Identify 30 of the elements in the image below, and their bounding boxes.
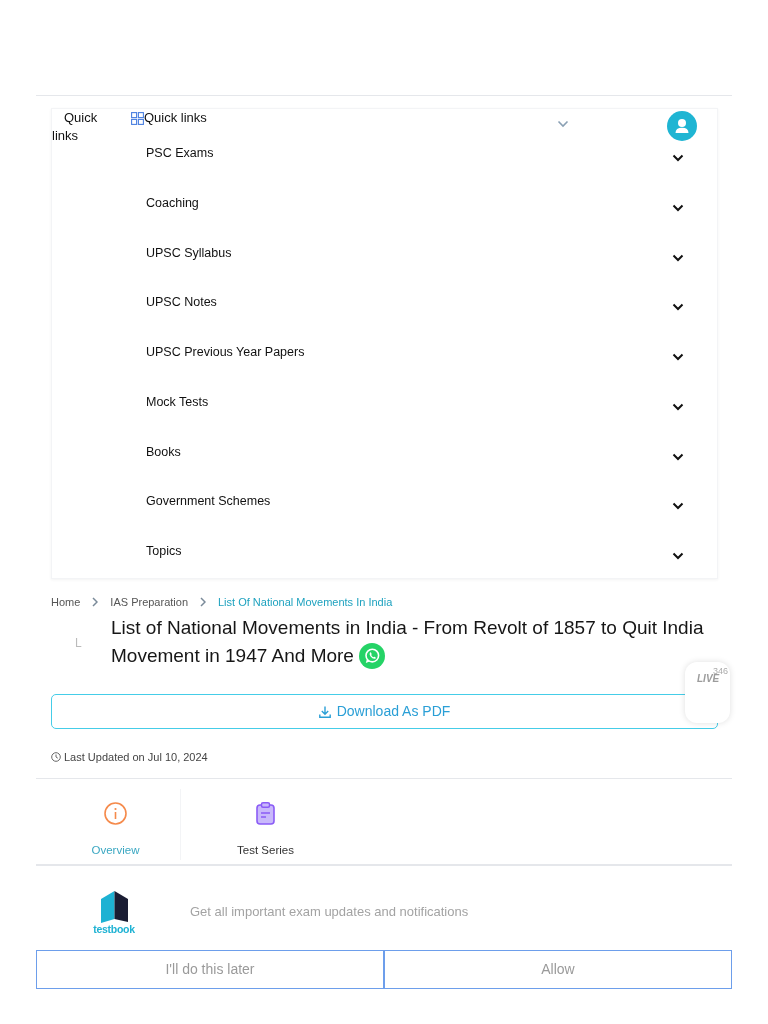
clock-icon — [51, 752, 61, 762]
quick-link-item[interactable]: Coaching — [146, 194, 684, 215]
grid-icon — [131, 112, 144, 125]
quick-link-item[interactable]: UPSC Syllabus — [146, 244, 684, 265]
breadcrumb-link[interactable]: IAS Preparation — [110, 595, 188, 609]
chevron-right-icon — [200, 597, 206, 607]
clipboard-icon — [256, 802, 275, 825]
whatsapp-icon[interactable] — [359, 643, 386, 669]
download-icon — [318, 705, 331, 718]
quick-link-item[interactable]: Government Schemes — [146, 493, 684, 514]
last-updated-text: Last Updated on Jul 10, 2024 — [64, 750, 208, 764]
quick-link-item[interactable]: Topics — [146, 543, 684, 563]
quick-link-item[interactable]: Mock Tests — [146, 393, 684, 414]
notification-message: Get all important exam updates and notifications — [190, 904, 469, 920]
placeholder-letter: L — [75, 636, 82, 650]
quick-link-item[interactable]: UPSC Notes — [146, 294, 684, 315]
quick-links-label[interactable]: Quick links — [52, 109, 131, 145]
quick-link-item[interactable]: Books — [146, 443, 684, 464]
logo-icon — [100, 891, 128, 923]
section-tab[interactable]: Test Series — [181, 779, 350, 864]
quick-link-item[interactable]: PSC Exams — [146, 145, 684, 165]
user-avatar-icon[interactable] — [667, 111, 697, 141]
chevron-down-icon[interactable] — [557, 120, 569, 128]
quick-links-menu-button[interactable]: Quick links — [131, 109, 207, 127]
breadcrumb-link[interactable]: Home — [51, 595, 81, 609]
chevron-right-icon — [92, 597, 99, 607]
info-icon — [104, 802, 127, 825]
logo-text: testbook — [93, 923, 135, 935]
live-label: LIVE — [697, 673, 720, 685]
quick-link-item[interactable]: UPSC Previous Year Papers — [146, 344, 684, 364]
